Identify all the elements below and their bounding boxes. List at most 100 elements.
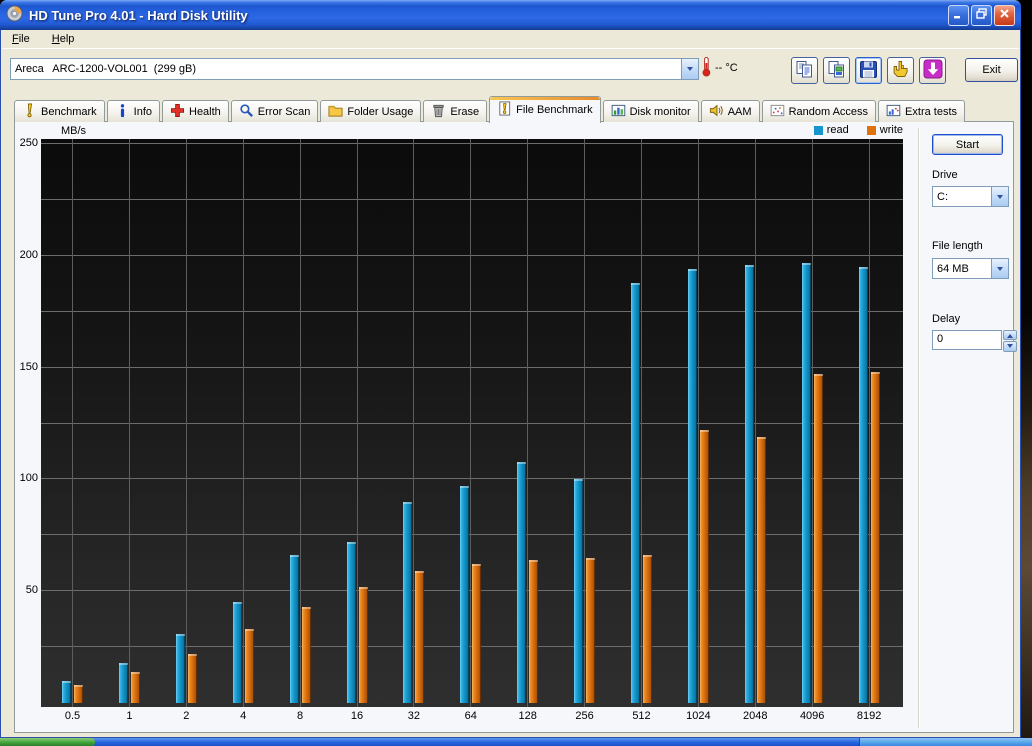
gridline-horizontal	[41, 255, 903, 256]
extra-tests-icon	[886, 103, 901, 121]
window-title: HD Tune Pro 4.01 - Hard Disk Utility	[29, 8, 946, 23]
bar-read-8	[290, 555, 299, 703]
benchmark-chart-plot	[41, 139, 903, 707]
gridline-horizontal	[41, 143, 903, 144]
menu-bar: File Help	[2, 30, 1019, 48]
bar-write-4096	[814, 374, 823, 703]
gridline-vertical	[641, 139, 642, 707]
gridline-horizontal	[41, 534, 903, 535]
legend-label: read	[827, 124, 849, 136]
options-button[interactable]	[887, 57, 914, 84]
tab-label: Health	[189, 106, 221, 118]
y-axis-tick-label: 250	[15, 137, 38, 149]
delay-input[interactable]: 0	[932, 330, 1002, 350]
bar-write-64	[472, 564, 481, 703]
window-controls	[946, 5, 1015, 26]
panel-divider	[918, 128, 920, 728]
save-icon	[859, 60, 878, 82]
tab-benchmark[interactable]: Benchmark	[14, 100, 105, 122]
x-axis-tick-label: 128	[503, 710, 553, 722]
x-axis-tick-label: 512	[617, 710, 667, 722]
file-benchmark-page: MB/s readwrite 0.51248163264128256512102…	[14, 121, 1014, 733]
hdtune-app-icon	[6, 5, 23, 25]
dropdown-arrow-icon[interactable]	[991, 259, 1008, 278]
x-axis-tick-label: 0.5	[48, 710, 98, 722]
bar-read-256	[574, 479, 583, 703]
file-length-field-label: File length	[932, 240, 983, 252]
tab-health[interactable]: Health	[162, 100, 229, 122]
spin-down-icon[interactable]	[1003, 341, 1017, 352]
bar-read-128	[517, 462, 526, 703]
bar-write-2048	[757, 437, 766, 703]
menu-help[interactable]: Help	[48, 32, 79, 46]
minimize-button[interactable]	[948, 5, 969, 26]
gridline-vertical	[357, 139, 358, 707]
tab-aam[interactable]: AAM	[701, 100, 760, 122]
bar-read-32	[403, 502, 412, 703]
bar-write-128	[529, 560, 538, 703]
y-axis-tick-label: 200	[15, 249, 38, 261]
save-screenshot-button[interactable]	[855, 57, 882, 84]
tab-label: Random Access	[789, 106, 868, 118]
y-axis-tick-label: 50	[15, 584, 38, 596]
tab-extra-tests[interactable]: Extra tests	[878, 100, 965, 122]
taskbar-middle[interactable]	[92, 738, 859, 746]
minimize-icon	[953, 8, 964, 22]
tab-erase[interactable]: Erase	[423, 100, 487, 122]
menu-file[interactable]: File	[8, 32, 34, 46]
drive-selector-dropdown[interactable]: Areca ARC-1200-VOL001 (299 gB)	[10, 58, 699, 80]
update-icon	[923, 59, 943, 82]
delay-field-label: Delay	[932, 313, 960, 325]
benchmark-icon	[22, 103, 37, 121]
tab-error-scan[interactable]: Error Scan	[231, 100, 319, 122]
update-button[interactable]	[919, 57, 946, 84]
x-axis-tick-label: 8	[275, 710, 325, 722]
legend-item-write: write	[867, 124, 903, 136]
bar-write-2	[188, 654, 197, 703]
temperature-readout: -- °C	[715, 62, 738, 74]
legend-label: write	[880, 124, 903, 136]
tab-info[interactable]: Info	[107, 100, 160, 122]
folder-usage-icon	[328, 103, 343, 121]
tab-random-access[interactable]: Random Access	[762, 100, 876, 122]
spin-up-icon[interactable]	[1003, 330, 1017, 340]
tab-label: Folder Usage	[347, 106, 413, 118]
exit-button[interactable]: Exit	[965, 58, 1018, 82]
copy-text-to-clipboard-button[interactable]	[791, 57, 818, 84]
delay-spinner	[1003, 330, 1017, 350]
random-access-icon	[770, 103, 785, 121]
gridline-vertical	[186, 139, 187, 707]
toolbar-buttons	[791, 57, 946, 84]
tab-label: Erase	[450, 106, 479, 118]
file-length-dropdown[interactable]: 64 MB	[932, 258, 1009, 279]
bar-read-1	[119, 663, 128, 703]
dropdown-arrow-icon[interactable]	[681, 59, 698, 79]
restore-button[interactable]	[971, 5, 992, 26]
tab-file-benchmark[interactable]: File Benchmark	[489, 96, 600, 123]
aam-icon	[709, 103, 724, 121]
taskbar-start-button[interactable]	[0, 738, 95, 746]
bar-write-16	[359, 587, 368, 703]
gridline-vertical	[698, 139, 699, 707]
tab-label: Error Scan	[258, 106, 311, 118]
gridline-horizontal	[41, 367, 903, 368]
title-bar[interactable]: HD Tune Pro 4.01 - Hard Disk Utility	[0, 0, 1021, 30]
toolbar: Areca ARC-1200-VOL001 (299 gB) -- °C Exi…	[2, 48, 1019, 95]
y-axis-tick-label: 150	[15, 361, 38, 373]
x-axis-tick-label: 32	[389, 710, 439, 722]
x-axis-tick-label: 2048	[730, 710, 780, 722]
tab-disk-monitor[interactable]: Disk monitor	[603, 100, 699, 122]
bar-read-1024	[688, 269, 697, 703]
taskbar	[0, 738, 1032, 746]
bar-write-256	[586, 558, 595, 703]
y-axis-tick-label: 100	[15, 472, 38, 484]
close-button[interactable]	[994, 5, 1015, 26]
gridline-vertical	[413, 139, 414, 707]
tab-folder-usage[interactable]: Folder Usage	[320, 100, 421, 122]
copy-screenshot-button[interactable]	[823, 57, 850, 84]
taskbar-tray[interactable]	[859, 738, 1032, 746]
start-button[interactable]: Start	[932, 134, 1003, 155]
legend-item-read: read	[814, 124, 849, 136]
drive-dropdown[interactable]: C:	[932, 186, 1009, 207]
dropdown-arrow-icon[interactable]	[991, 187, 1008, 206]
